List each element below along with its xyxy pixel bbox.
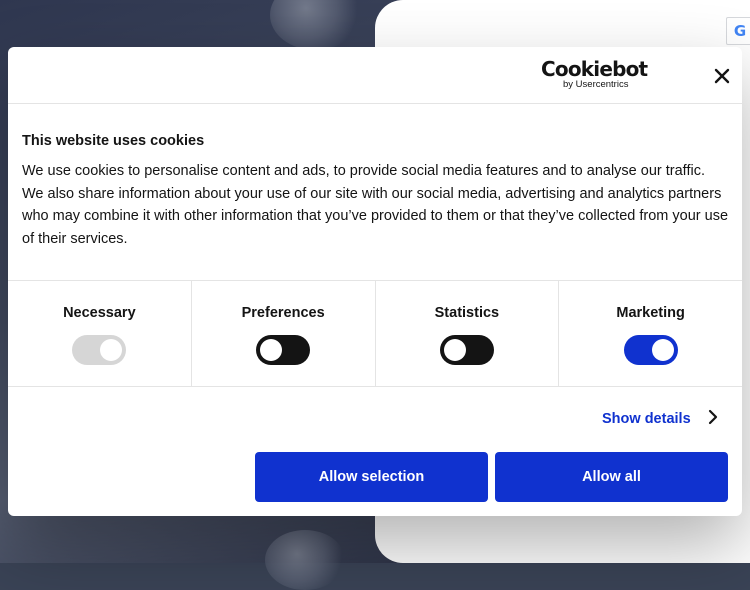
marketing-toggle[interactable] (623, 335, 678, 365)
preferences-toggle[interactable] (256, 335, 311, 365)
background-image (265, 530, 345, 590)
category-statistics: Statistics (376, 281, 560, 386)
category-label: Marketing (616, 305, 685, 321)
dialog-content: This website uses cookies We use cookies… (22, 133, 728, 250)
show-details-label: Show details (602, 411, 691, 427)
cookiebot-logo: Cookiebot by Usercentrics (541, 57, 648, 90)
category-label: Necessary (63, 305, 136, 321)
category-necessary: Necessary (8, 281, 192, 386)
dialog-header: Cookiebot by Usercentrics (8, 47, 742, 104)
category-preferences: Preferences (192, 281, 376, 386)
close-icon (714, 68, 730, 84)
show-details-link[interactable]: Show details (602, 409, 718, 429)
consent-categories: Necessary Preferences Statistics Marketi… (8, 280, 742, 387)
dialog-title: This website uses cookies (22, 133, 205, 149)
statistics-toggle[interactable] (439, 335, 494, 365)
category-marketing: Marketing (559, 281, 742, 386)
chevron-right-icon (708, 409, 718, 429)
allow-selection-button[interactable]: Allow selection (255, 452, 488, 502)
google-translate-icon[interactable]: G (726, 17, 750, 45)
dialog-description: We use cookies to personalise content an… (22, 163, 729, 247)
cookie-consent-dialog: Cookiebot by Usercentrics This website u… (8, 47, 742, 516)
logo-wordmark: Cookiebot (541, 57, 648, 81)
necessary-toggle (72, 335, 127, 365)
category-label: Statistics (434, 305, 500, 321)
category-label: Preferences (241, 305, 325, 321)
close-button[interactable] (712, 66, 732, 86)
allow-all-button[interactable]: Allow all (495, 452, 728, 502)
